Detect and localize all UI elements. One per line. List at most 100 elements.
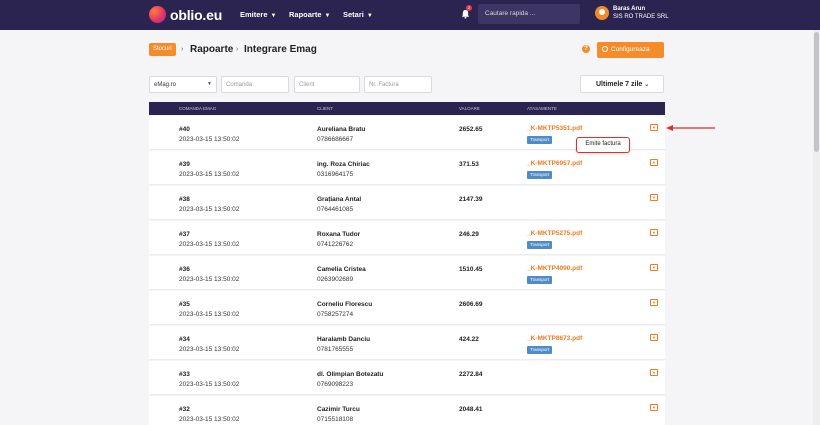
nr-factura-input[interactable]: Nr. Factura <box>364 76 432 93</box>
order-value: 246.29 <box>459 231 479 238</box>
table-row[interactable]: #39 2023-03-15 13:50:02 ing. Roza Chiria… <box>149 151 665 185</box>
table-row[interactable]: #35 2023-03-15 13:50:02 Corneliu Floresc… <box>149 291 665 325</box>
order-number: #32 <box>179 406 190 413</box>
client-phone: 0263902689 <box>317 276 354 283</box>
help-icon[interactable]: ? <box>582 45 590 53</box>
transport-tag[interactable]: Transport <box>527 241 553 249</box>
emite-factura-menu-item[interactable]: Emite factura <box>576 137 630 153</box>
order-value: 2147.39 <box>459 196 483 203</box>
th-atasamente[interactable]: Atasamente <box>527 106 557 111</box>
order-value: 424.22 <box>459 336 479 343</box>
row-actions-dropdown-button[interactable]: ▼ <box>650 124 658 131</box>
client-name: Grațiana Antal <box>317 196 362 203</box>
client-name: Cazimir Turcu <box>317 406 360 413</box>
client-phone: 0764461085 <box>317 206 354 213</box>
order-date: 2023-03-15 13:50:02 <box>179 136 240 143</box>
row-actions-dropdown-button[interactable]: ▼ <box>650 159 658 166</box>
client-input[interactable]: Client <box>294 76 360 93</box>
configureaza-button[interactable]: Configureaza <box>597 42 664 58</box>
user-company: SIS RO TRADE SRL <box>613 13 669 20</box>
client-phone: 0781765555 <box>317 346 354 353</box>
table-row[interactable]: #32 2023-03-15 13:50:02 Cazimir Turcu 07… <box>149 396 665 425</box>
chevron-right-icon: › <box>236 46 239 53</box>
order-value: 2272.84 <box>459 371 483 378</box>
order-date: 2023-03-15 13:50:02 <box>179 206 240 213</box>
attachment-link[interactable]: _K-MKTP8673.pdf <box>527 335 582 342</box>
annotation-arrow-icon <box>666 125 715 131</box>
breadcrumb-stocuri-badge[interactable]: Stocuri <box>149 43 176 56</box>
order-value: 2606.69 <box>459 301 483 308</box>
client-name: Haralamb Danciu <box>317 336 371 343</box>
order-number: #33 <box>179 371 190 378</box>
attachment-link[interactable]: _K-MKTP6957.pdf <box>527 160 582 167</box>
chevron-right-icon: › <box>181 46 184 53</box>
order-value: 2652.65 <box>459 126 483 133</box>
order-date: 2023-03-15 13:50:02 <box>179 346 240 353</box>
th-client[interactable]: Client <box>317 106 333 111</box>
client-phone: 0715518108 <box>317 416 354 423</box>
row-actions-dropdown-button[interactable]: ▼ <box>650 369 658 376</box>
nav-emitere[interactable]: Emitere ▼ <box>240 10 276 19</box>
table-row[interactable]: #34 2023-03-15 13:50:02 Haralamb Danciu … <box>149 326 665 360</box>
transport-tag[interactable]: Transport <box>527 171 553 179</box>
client-name: Roxana Tudor <box>317 231 361 238</box>
row-actions-dropdown-button[interactable]: ▼ <box>650 404 658 411</box>
table-header: Comanda eMag Client Valoare Atasamente <box>149 102 665 115</box>
transport-tag[interactable]: Transport <box>527 136 553 144</box>
order-number: #37 <box>179 231 190 238</box>
row-actions-dropdown-button[interactable]: ▼ <box>650 334 658 341</box>
client-phone: 0741226762 <box>317 241 354 248</box>
order-date: 2023-03-15 13:50:02 <box>179 241 240 248</box>
attachment-link[interactable]: _K-MKTP5351.pdf <box>527 125 582 132</box>
order-value: 1510.45 <box>459 266 483 273</box>
user-avatar-icon[interactable] <box>595 6 609 20</box>
table-row[interactable]: #33 2023-03-15 13:50:02 dl. Olimpian Bot… <box>149 361 665 395</box>
order-date: 2023-03-15 13:50:02 <box>179 416 240 423</box>
client-name: Corneliu Florescu <box>317 301 373 308</box>
client-name: Aureliana Bratu <box>317 126 366 133</box>
notification-badge: 2 <box>466 5 472 11</box>
th-comanda[interactable]: Comanda eMag <box>179 106 216 111</box>
quick-search-input[interactable]: Cautare rapida ... <box>478 4 580 24</box>
brand-name: oblio.eu <box>170 6 223 23</box>
gear-icon <box>602 46 608 52</box>
row-actions-dropdown-button[interactable]: ▼ <box>650 194 658 201</box>
table-row[interactable]: #37 2023-03-15 13:50:02 Roxana Tudor 074… <box>149 221 665 255</box>
client-name: ing. Roza Chiriac <box>317 161 370 168</box>
store-select[interactable]: eMag.ro ▼ <box>149 76 217 93</box>
chevron-down-icon: ▼ <box>366 13 373 19</box>
row-actions-dropdown-button[interactable]: ▼ <box>650 264 658 271</box>
transport-tag[interactable]: Transport <box>527 276 553 284</box>
order-number: #38 <box>179 196 190 203</box>
client-name: Camelia Cristea <box>317 266 366 273</box>
comanda-input[interactable]: Comanda <box>221 76 289 93</box>
page-title: Integrare Emag <box>244 44 317 55</box>
client-phone: 0758257274 <box>317 311 354 318</box>
order-number: #35 <box>179 301 190 308</box>
order-number: #36 <box>179 266 190 273</box>
attachment-link[interactable]: _K-MKTP4090.pdf <box>527 265 582 272</box>
client-phone: 0786686667 <box>317 136 354 143</box>
chevron-down-icon: ⌄ <box>644 82 650 88</box>
table-row[interactable]: #38 2023-03-15 13:50:02 Grațiana Antal 0… <box>149 186 665 220</box>
order-date: 2023-03-15 13:50:02 <box>179 171 240 178</box>
nav-rapoarte[interactable]: Rapoarte ▼ <box>289 10 330 19</box>
table-row[interactable]: #36 2023-03-15 13:50:02 Camelia Cristea … <box>149 256 665 290</box>
nav-setari[interactable]: Setari ▼ <box>343 10 373 19</box>
client-name: dl. Olimpian Botezatu <box>317 371 384 378</box>
th-valoare[interactable]: Valoare <box>459 106 480 111</box>
scrollbar-thumb[interactable] <box>814 32 819 152</box>
row-actions-dropdown-button[interactable]: ▼ <box>650 299 658 306</box>
top-navbar <box>0 0 820 30</box>
order-date: 2023-03-15 13:50:02 <box>179 381 240 388</box>
breadcrumb-rapoarte[interactable]: Rapoarte <box>190 44 233 55</box>
attachment-link[interactable]: _K-MKTP5275.pdf <box>527 230 582 237</box>
user-info[interactable]: Baras Arun SIS RO TRADE SRL <box>613 6 669 21</box>
transport-tag[interactable]: Transport <box>527 346 553 354</box>
order-value: 371.53 <box>459 161 479 168</box>
period-select[interactable]: Ultimele 7 zile ⌄ <box>580 75 664 93</box>
client-phone: 0769098223 <box>317 381 354 388</box>
brand-logo[interactable]: oblio.eu <box>149 6 222 23</box>
order-number: #34 <box>179 336 190 343</box>
row-actions-dropdown-button[interactable]: ▼ <box>650 229 658 236</box>
